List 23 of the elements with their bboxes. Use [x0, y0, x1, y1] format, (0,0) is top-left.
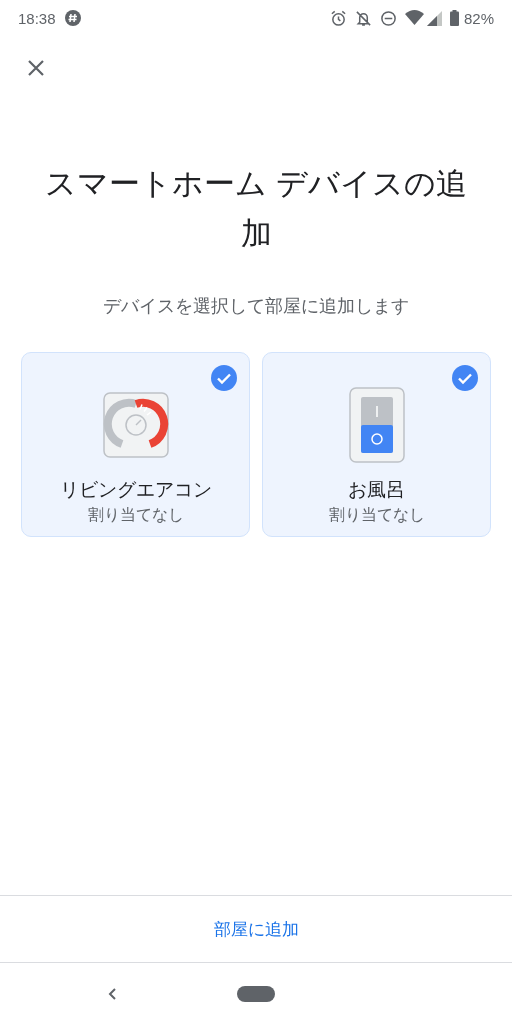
battery-icon [449, 10, 459, 26]
page-title: スマートホーム デバイスの追加 [43, 164, 469, 253]
wifi-icon [404, 10, 424, 26]
clock-time: 18:38 [18, 9, 56, 27]
signal-icon [426, 10, 442, 26]
check-circle-icon [211, 365, 237, 391]
switch-icon [348, 387, 405, 463]
device-card[interactable]: お風呂 割り当てなし [262, 352, 491, 537]
device-card[interactable]: リビングエアコン 割り当てなし [21, 352, 250, 537]
room-label: 割り当てなし [328, 505, 425, 526]
device-name: リビングエアコン [59, 477, 212, 502]
add-to-room-button[interactable]: 部屋に追加 [201, 909, 311, 949]
device-name: お風呂 [348, 477, 405, 502]
bell-off-icon [354, 9, 372, 27]
hash-icon [63, 9, 82, 27]
check-circle-icon [452, 365, 478, 391]
do-not-disturb-icon [379, 9, 397, 27]
thermostat-icon [102, 392, 169, 458]
battery-percent: 82% [463, 9, 494, 27]
alarm-icon [329, 9, 347, 27]
room-label: 割り当てなし [87, 505, 184, 526]
subtitle: デバイスを選択して部屋に追加します [102, 294, 410, 318]
home-button[interactable] [237, 985, 275, 1002]
